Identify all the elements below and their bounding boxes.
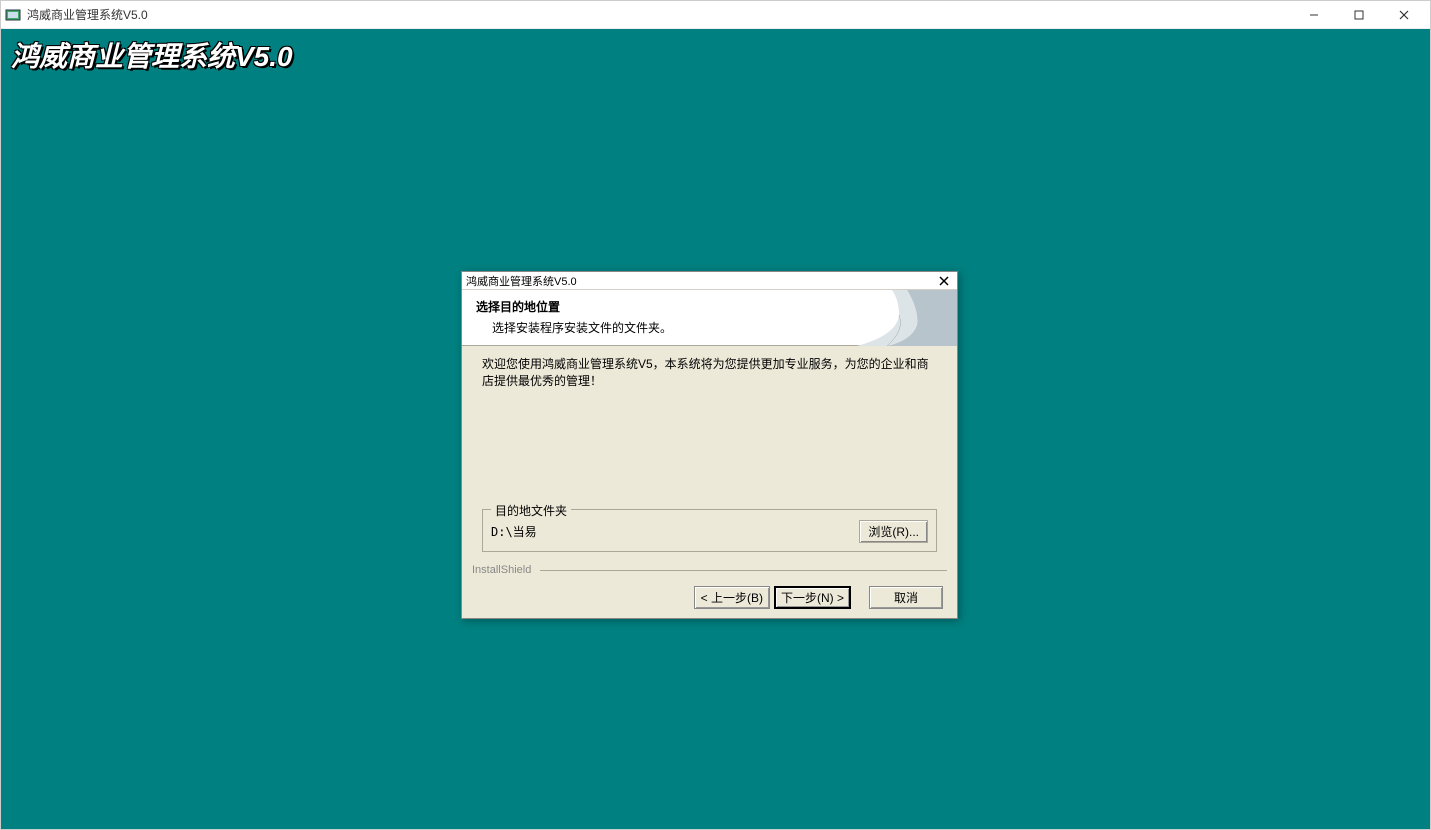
dialog-body: 欢迎您使用鸿威商业管理系统V5，本系统将为您提供更加专业服务，为您的企业和商店提… [462, 346, 957, 564]
destination-legend: 目的地文件夹 [491, 502, 571, 519]
next-button[interactable]: 下一步(N) > [774, 586, 851, 609]
destination-fieldset: 目的地文件夹 D:\当易 浏览(R)... [482, 509, 937, 552]
installer-dialog: 鸿威商业管理系统V5.0 选择目的地位置 选择安装程序安装文件的文件夹。 欢迎您… [461, 271, 958, 619]
cancel-button[interactable]: 取消 [869, 586, 943, 609]
browse-button[interactable]: 浏览(R)... [859, 520, 928, 543]
main-titlebar[interactable]: 鸿威商业管理系统V5.0 [1, 1, 1430, 29]
window-controls [1291, 1, 1426, 29]
dialog-header: 选择目的地位置 选择安装程序安装文件的文件夹。 [462, 290, 957, 346]
dialog-titlebar[interactable]: 鸿威商业管理系统V5.0 [462, 272, 957, 290]
installshield-label: InstallShield [462, 564, 957, 576]
window-title: 鸿威商业管理系统V5.0 [27, 6, 1291, 23]
desktop-area: 鸿威商业管理系统V5.0 鸿威商业管理系统V5.0 选择目的地位置 选择安装程序… [1, 29, 1430, 829]
dialog-title: 鸿威商业管理系统V5.0 [466, 273, 935, 289]
dialog-footer: < 上一步(B) 下一步(N) > 取消 [462, 576, 957, 618]
minimize-button[interactable] [1291, 1, 1336, 29]
brand-text: 鸿威商业管理系统V5.0 [11, 35, 293, 75]
dialog-close-button[interactable] [935, 273, 953, 289]
app-icon [5, 7, 21, 23]
main-window: 鸿威商业管理系统V5.0 鸿威商业管理系统V5.0 鸿威商业管理系统V5.0 [0, 0, 1431, 830]
welcome-text: 欢迎您使用鸿威商业管理系统V5，本系统将为您提供更加专业服务，为您的企业和商店提… [482, 356, 937, 390]
close-button[interactable] [1381, 1, 1426, 29]
back-button[interactable]: < 上一步(B) [694, 586, 770, 609]
maximize-button[interactable] [1336, 1, 1381, 29]
destination-path: D:\当易 [491, 523, 851, 540]
page-curl-icon [857, 290, 957, 346]
